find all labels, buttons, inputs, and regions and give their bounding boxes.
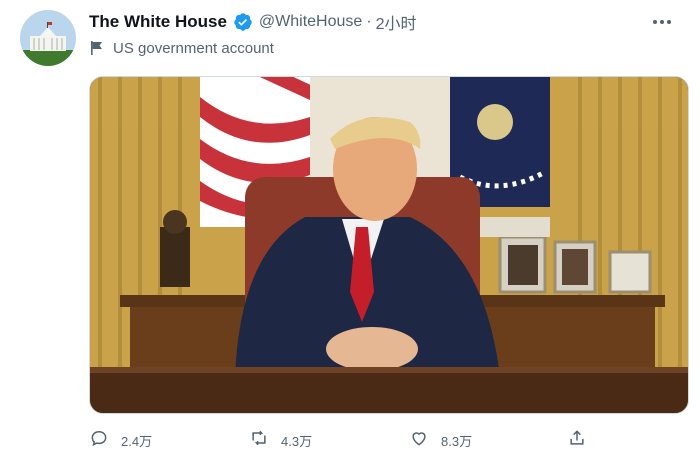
- tweet-media-video[interactable]: [89, 76, 689, 414]
- video-frame: [90, 77, 688, 413]
- tweet-actions: 2.4万 4.3万 8.3万: [89, 428, 689, 450]
- share-icon: [567, 428, 587, 453]
- retweet-icon: [249, 428, 269, 453]
- retweet-button[interactable]: 4.3万: [249, 428, 312, 453]
- verified-badge-icon: [233, 12, 253, 32]
- reply-button[interactable]: 2.4万: [89, 428, 152, 453]
- reply-icon: [89, 428, 109, 453]
- retweet-count: 4.3万: [281, 434, 313, 449]
- like-count: 8.3万: [441, 434, 473, 449]
- display-name[interactable]: The White House: [89, 12, 227, 32]
- avatar[interactable]: [20, 10, 76, 66]
- more-options-icon[interactable]: [650, 12, 674, 32]
- flag-icon: [89, 40, 105, 56]
- heart-icon: [409, 428, 429, 453]
- separator-dot: ·: [366, 13, 372, 30]
- reply-count: 2.4万: [121, 434, 153, 449]
- like-button[interactable]: 8.3万: [409, 428, 472, 453]
- tweet-header: The White House @WhiteHouse · 2小时: [89, 10, 680, 34]
- share-button[interactable]: [567, 428, 587, 453]
- account-label-text: US government account: [113, 39, 274, 57]
- white-house-avatar-image: [20, 10, 76, 66]
- account-label: US government account: [89, 38, 274, 58]
- user-handle[interactable]: @WhiteHouse: [259, 13, 362, 31]
- tweet-timestamp[interactable]: 2小时: [376, 10, 417, 34]
